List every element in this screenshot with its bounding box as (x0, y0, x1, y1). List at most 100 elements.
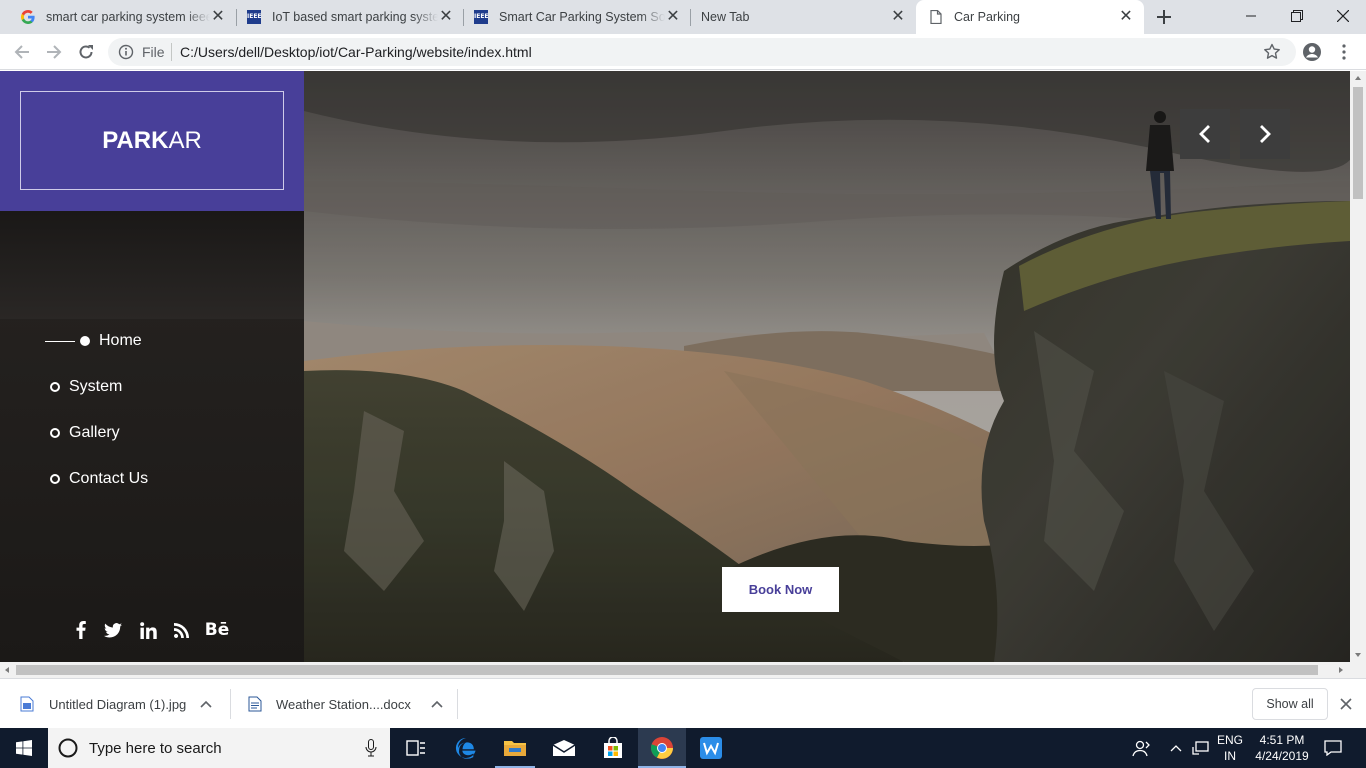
slider-next-button[interactable] (1240, 109, 1290, 159)
nav-item-system[interactable]: System (0, 372, 304, 402)
download-filename: Untitled Diagram (1).jpg (49, 696, 187, 712)
input-language-button[interactable]: ENG IN (1214, 728, 1246, 768)
chevron-up-icon[interactable] (200, 700, 212, 708)
tab-title: New Tab (701, 10, 750, 24)
vertical-scrollbar[interactable] (1350, 71, 1366, 662)
sidebar-shade (0, 211, 304, 319)
nav-label: Home (99, 332, 142, 349)
tab-google-search[interactable]: smart car parking system ieee p ✕ (12, 0, 234, 34)
clock[interactable]: 4:51 PM 4/24/2019 (1250, 728, 1314, 768)
nav-item-home[interactable]: Home (0, 326, 304, 356)
nav-label: System (69, 378, 123, 395)
show-all-button[interactable]: Show all (1252, 688, 1328, 720)
scheme-label: File (142, 44, 165, 60)
profile-button[interactable] (1300, 40, 1324, 64)
store-taskbar-button[interactable] (589, 728, 637, 768)
ring-bullet-icon (50, 474, 60, 484)
menu-button[interactable] (1332, 40, 1356, 64)
book-now-button[interactable]: Book Now (722, 567, 839, 612)
file-explorer-taskbar-button[interactable] (491, 728, 539, 768)
close-tab-icon[interactable]: ✕ (438, 9, 454, 25)
people-button[interactable] (1128, 728, 1154, 768)
task-view-button[interactable] (392, 728, 440, 768)
ring-bullet-icon (50, 428, 60, 438)
tab-new-tab[interactable]: New Tab ✕ (692, 0, 914, 34)
url-text: C:/Users/dell/Desktop/iot/Car-Parking/we… (180, 44, 532, 60)
close-icon (1340, 698, 1352, 710)
download-item[interactable]: Weather Station....docx (248, 679, 448, 729)
tab-divider (236, 9, 237, 26)
tab-car-parking[interactable]: Car Parking ✕ (916, 0, 1144, 34)
close-shelf-button[interactable] (1340, 697, 1354, 711)
app-taskbar-button[interactable] (687, 728, 735, 768)
logo-band: PARK AR (0, 71, 304, 211)
new-tab-button[interactable] (1152, 5, 1176, 29)
tab-divider (463, 9, 464, 26)
back-button[interactable] (10, 40, 34, 64)
facebook-icon[interactable] (73, 619, 89, 641)
close-tab-icon[interactable]: ✕ (665, 9, 681, 25)
sidebar: PARK AR Home System Gallery Contact Us B… (0, 71, 304, 662)
search-circle-icon (58, 738, 78, 758)
people-icon (1132, 740, 1150, 757)
microphone-icon[interactable] (365, 739, 377, 757)
close-tab-icon[interactable]: ✕ (1118, 9, 1134, 25)
action-center-button[interactable] (1318, 728, 1348, 768)
scroll-down-arrow-icon[interactable] (1350, 648, 1366, 662)
download-divider (457, 689, 458, 719)
scroll-left-arrow-icon[interactable] (0, 662, 14, 678)
star-icon[interactable] (1263, 43, 1281, 61)
language-code: ENG (1216, 733, 1243, 747)
horizontal-scrollbar[interactable] (0, 662, 1366, 678)
google-g-icon (20, 9, 36, 25)
image-file-icon (20, 696, 34, 712)
restore-icon (1291, 10, 1303, 22)
close-window-button[interactable] (1320, 0, 1366, 32)
network-icon (1192, 741, 1209, 755)
download-item[interactable]: Untitled Diagram (1).jpg (20, 679, 220, 729)
mail-icon (552, 740, 576, 756)
horizontal-scroll-thumb[interactable] (16, 665, 1318, 675)
chrome-taskbar-button[interactable] (638, 728, 686, 768)
scroll-right-arrow-icon[interactable] (1334, 662, 1348, 678)
behance-icon[interactable]: Bē (203, 619, 231, 641)
minimize-button[interactable] (1228, 0, 1274, 32)
tab-title: smart car parking system ieee p (46, 10, 210, 24)
download-divider (230, 689, 231, 719)
edge-taskbar-button[interactable] (442, 728, 490, 768)
omnibox-divider (171, 43, 172, 61)
nav-item-contact-us[interactable]: Contact Us (0, 464, 304, 494)
blue-app-icon (700, 737, 722, 759)
close-tab-icon[interactable]: ✕ (210, 9, 226, 25)
forward-button[interactable] (42, 40, 66, 64)
show-hidden-icons-button[interactable] (1166, 728, 1186, 768)
mail-taskbar-button[interactable] (540, 728, 588, 768)
twitter-icon[interactable] (103, 619, 123, 641)
scroll-up-arrow-icon[interactable] (1350, 71, 1366, 85)
start-button[interactable] (0, 728, 48, 768)
address-bar[interactable]: File C:/Users/dell/Desktop/iot/Car-Parki… (108, 38, 1296, 66)
windows-logo-icon (16, 740, 32, 756)
tab-ieee-iot[interactable]: IEEE IoT based smart parking system ✕ (238, 0, 462, 34)
ring-bullet-icon (50, 382, 60, 392)
tab-ieee-smart-parking[interactable]: IEEE Smart Car Parking System Solu ✕ (465, 0, 689, 34)
restore-button[interactable] (1274, 0, 1320, 32)
close-tab-icon[interactable]: ✕ (890, 9, 906, 25)
chevron-up-icon (1170, 745, 1182, 752)
slider-prev-button[interactable] (1180, 109, 1230, 159)
linkedin-icon[interactable] (138, 619, 158, 641)
plus-icon (1157, 10, 1171, 24)
tab-title: IoT based smart parking system (272, 10, 438, 24)
site-logo[interactable]: PARK AR (20, 91, 284, 190)
chevron-up-icon[interactable] (431, 700, 443, 708)
nav-item-gallery[interactable]: Gallery (0, 418, 304, 448)
taskbar-search-box[interactable]: Type here to search (48, 728, 390, 768)
windows-taskbar: Type here to search ENG IN 4:51 PM 4/24/… (0, 728, 1366, 768)
page-icon (928, 9, 944, 25)
rss-icon[interactable] (172, 619, 190, 641)
network-button[interactable] (1190, 728, 1212, 768)
vertical-scroll-thumb[interactable] (1353, 87, 1363, 199)
chevron-left-icon (1199, 125, 1210, 143)
reload-button[interactable] (74, 40, 98, 64)
info-icon[interactable] (118, 44, 134, 60)
